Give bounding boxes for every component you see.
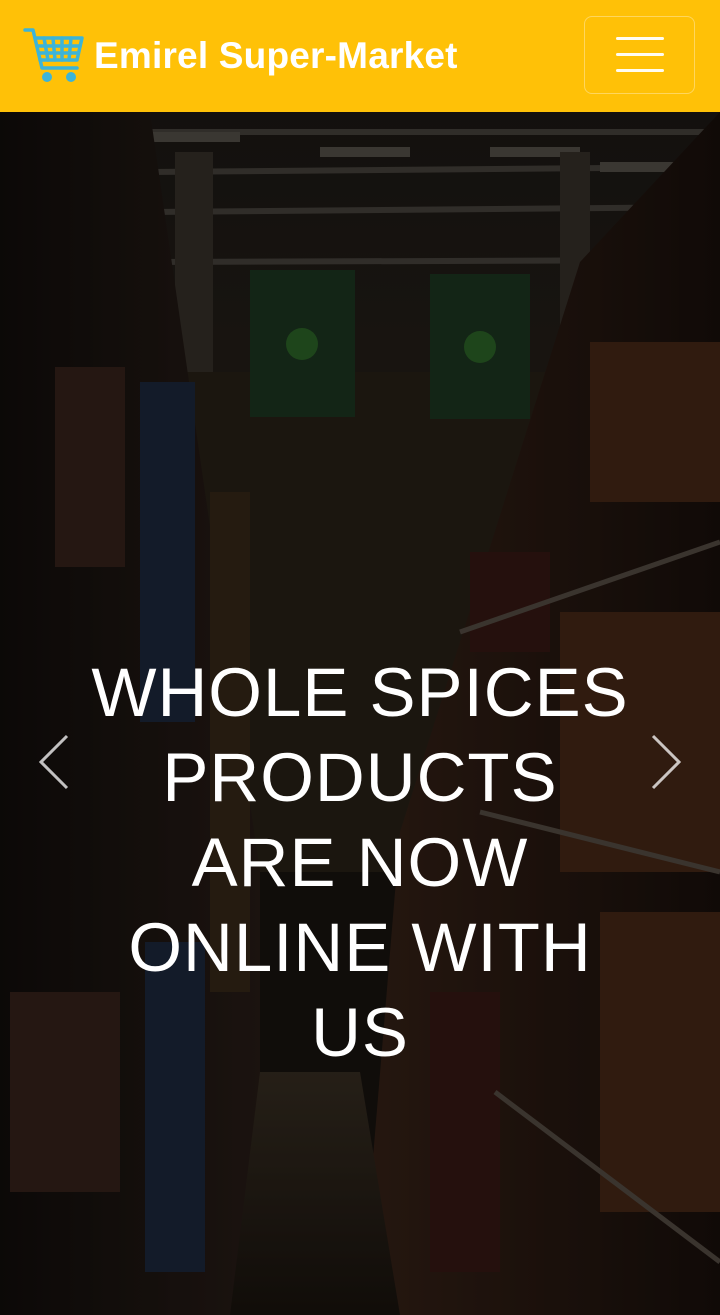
shopping-cart-icon (22, 24, 86, 88)
navbar: Emirel Super-Market (0, 0, 720, 112)
carousel-next-button[interactable] (636, 722, 696, 802)
hero-carousel: WHOLE SPICES PRODUCTS ARE NOW ONLINE WIT… (0, 112, 720, 1315)
brand-name: Emirel Super-Market (94, 35, 458, 76)
navbar-toggler-button[interactable] (584, 16, 695, 94)
chevron-right-icon (651, 734, 682, 790)
carousel-prev-button[interactable] (24, 722, 84, 802)
brand-link[interactable]: Emirel Super-Market (22, 24, 458, 88)
hamburger-menu-icon (615, 37, 664, 73)
chevron-left-icon (38, 734, 69, 790)
carousel-caption: WHOLE SPICES PRODUCTS ARE NOW ONLINE WIT… (91, 654, 629, 1071)
